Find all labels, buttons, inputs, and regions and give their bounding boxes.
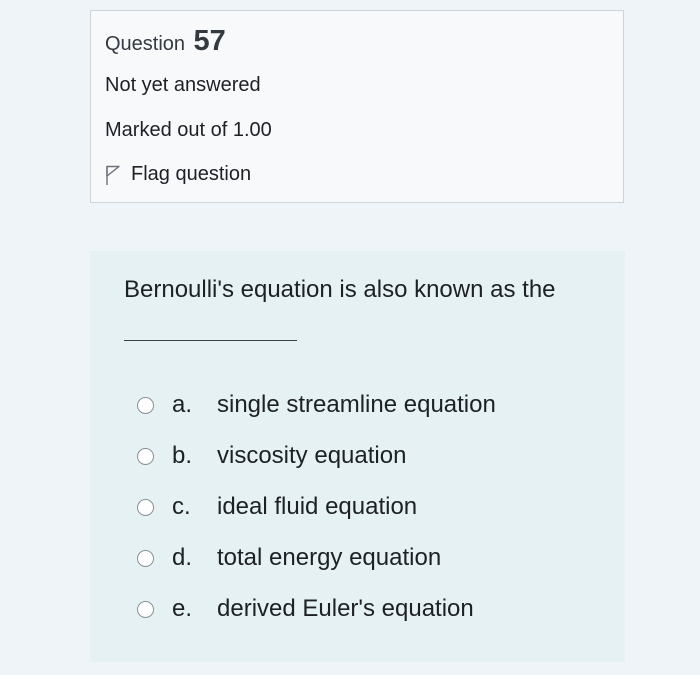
answer-text-e: derived Euler's equation — [217, 595, 474, 622]
answer-radio-e[interactable] — [137, 600, 154, 618]
answer-radio-b[interactable] — [137, 447, 154, 465]
question-info-panel: Question 57 Not yet answered Marked out … — [90, 10, 624, 203]
answer-blank-line — [124, 340, 297, 341]
answer-letter-e: e. — [172, 595, 193, 622]
answer-radio-a[interactable] — [137, 396, 154, 414]
answer-option-a[interactable]: a. single streamline equation — [137, 389, 496, 421]
question-number: 57 — [193, 25, 226, 57]
answer-letter-c: c. — [172, 493, 191, 520]
question-label: Question — [105, 33, 186, 55]
answer-option-d[interactable]: d. total energy equation — [137, 542, 441, 574]
question-text: Bernoulli's equation is also known as th… — [124, 276, 556, 303]
answer-text-b: viscosity equation — [217, 442, 407, 469]
answer-radio-c[interactable] — [137, 498, 154, 516]
answer-text-d: total energy equation — [217, 544, 442, 571]
answer-text-c: ideal fluid equation — [217, 493, 418, 520]
answer-letter-d: d. — [172, 544, 193, 571]
question-status: Not yet answered — [105, 74, 261, 96]
answer-letter-b: b. — [172, 442, 193, 469]
answer-option-e[interactable]: e. derived Euler's equation — [137, 593, 474, 625]
flag-question-label: Flag question — [131, 163, 252, 185]
flag-question-button[interactable]: Flag question — [105, 163, 251, 186]
question-content: Bernoulli's equation is also known as th… — [90, 251, 625, 662]
question-marks: Marked out of 1.00 — [105, 119, 272, 141]
answer-letter-a: a. — [172, 391, 193, 418]
answer-option-b[interactable]: b. viscosity equation — [137, 440, 406, 472]
flag-icon — [105, 164, 121, 186]
question-heading: Question 57 — [105, 25, 226, 58]
answer-radio-d[interactable] — [137, 549, 154, 567]
answer-text-a: single streamline equation — [217, 391, 496, 418]
answer-option-c[interactable]: c. ideal fluid equation — [137, 491, 417, 523]
